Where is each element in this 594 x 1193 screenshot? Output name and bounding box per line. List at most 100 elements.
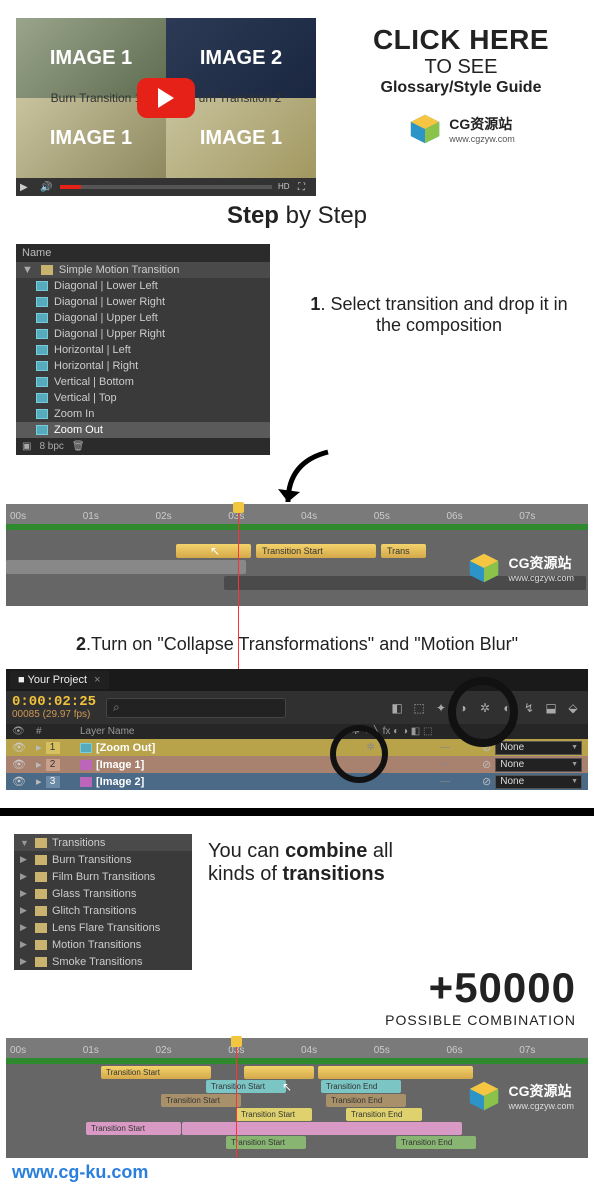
folder-icon <box>35 838 47 848</box>
layer-bar[interactable]: Transition Start <box>161 1094 241 1107</box>
playhead[interactable] <box>236 1038 237 1158</box>
close-icon[interactable]: × <box>91 674 100 686</box>
toolbar-icon[interactable]: ↯ <box>520 699 538 717</box>
layer-bar[interactable]: Transition Start <box>226 1136 306 1149</box>
volume-icon[interactable]: 🔊 <box>40 182 54 192</box>
comp-item[interactable]: Diagonal | Upper Left <box>16 310 270 326</box>
folder-row[interactable]: ▼Simple Motion Transition <box>16 262 270 278</box>
toolbar-icon[interactable]: ⬙ <box>564 699 582 717</box>
motion-blur-icon[interactable]: ◐ <box>498 699 516 717</box>
cube-icon <box>466 1080 502 1112</box>
image-icon <box>80 777 92 787</box>
folder-row[interactable]: ▼Transitions <box>14 834 192 851</box>
layer-bar[interactable]: Transition Start <box>256 544 376 558</box>
layer-bar[interactable] <box>182 1122 462 1135</box>
cta-click-here[interactable]: CLICK HERE <box>344 24 578 56</box>
mode-dropdown[interactable]: None <box>495 775 582 789</box>
layer-row[interactable]: 👁 ▸3 [Image 2] — ⊘None <box>6 773 588 790</box>
visibility-toggle[interactable]: 👁 <box>12 758 36 771</box>
folder-row[interactable]: ▶Lens Flare Transitions <box>14 919 192 936</box>
mode-dropdown[interactable]: None <box>495 758 582 772</box>
folder-row[interactable]: ▶Smoke Transitions <box>14 953 192 970</box>
visibility-toggle[interactable]: 👁 <box>12 775 36 788</box>
timecode[interactable]: 0:00:02:25 <box>12 695 96 709</box>
play-button[interactable] <box>137 78 195 118</box>
comp-icon <box>36 393 48 403</box>
comp-icon <box>80 743 92 753</box>
comp-tab[interactable]: ■ Your Project × <box>10 671 109 689</box>
transitions-panel[interactable]: ▼Transitions ▶Burn Transitions ▶Film Bur… <box>14 834 192 970</box>
fullscreen-icon[interactable]: ⛶ <box>298 182 312 192</box>
comp-item-selected[interactable]: Zoom Out <box>16 422 270 438</box>
parent-link-icon[interactable]: ⊘ <box>482 775 491 788</box>
step2-instruction: 2.Turn on "Collapse Transformations" and… <box>0 634 594 655</box>
playhead[interactable] <box>238 504 239 682</box>
comp-icon <box>36 297 48 307</box>
comp-item[interactable]: Horizontal | Right <box>16 358 270 374</box>
folder-row[interactable]: ▶Glass Transitions <box>14 885 192 902</box>
toolbar-icon[interactable]: ◑ <box>454 699 472 717</box>
video-controls[interactable]: ▶ 🔊 HD ⛶ <box>16 178 316 196</box>
layer-bar[interactable]: Trans <box>381 544 426 558</box>
progress-bar[interactable] <box>60 185 272 189</box>
step1-instruction: 1. Select transition and drop it in the … <box>300 244 578 336</box>
folder-row[interactable]: ▶Burn Transitions <box>14 851 192 868</box>
image-icon <box>80 760 92 770</box>
time-tick: 07s <box>515 511 588 522</box>
comp-item[interactable]: Diagonal | Lower Right <box>16 294 270 310</box>
toolbar-icon[interactable]: ⬚ <box>410 699 428 717</box>
search-input[interactable]: ⌕ <box>106 698 286 718</box>
parent-link-icon[interactable]: ⊘ <box>482 741 491 754</box>
folder-row[interactable]: ▶Glitch Transitions <box>14 902 192 919</box>
comp-icon <box>36 281 48 291</box>
collapse-transformations-icon[interactable]: ✲ <box>476 699 494 717</box>
layer-bar[interactable] <box>244 1066 314 1079</box>
folder-row[interactable]: ▶Motion Transitions <box>14 936 192 953</box>
layer-row[interactable]: 👁 ▸1 [Zoom Out] ✲ ✦— ⊘None <box>6 739 588 756</box>
comp-item[interactable]: Vertical | Bottom <box>16 374 270 390</box>
video-preview[interactable]: IMAGE 1 IMAGE 2 IMAGE 1 IMAGE 1 Burn Tra… <box>16 18 316 196</box>
layer-name-col: Layer Name <box>80 726 302 737</box>
watermark-text: CG资源站 <box>449 114 515 134</box>
layer-bar[interactable]: Transition Start <box>236 1108 312 1121</box>
layer-bar[interactable]: Transition End <box>321 1080 401 1093</box>
time-tick: 06s <box>443 511 516 522</box>
layer-bar[interactable]: Transition Start <box>206 1080 286 1093</box>
bpc-label[interactable]: 8 bpc <box>39 441 63 452</box>
mode-dropdown[interactable]: None <box>495 741 582 755</box>
watermark-text: CG资源站 <box>508 1081 574 1101</box>
comp-item[interactable]: Horizontal | Left <box>16 342 270 358</box>
folder-icon <box>41 265 53 275</box>
toolbar-icon[interactable]: ◧ <box>388 699 406 717</box>
layer-bar[interactable]: Transition Start <box>101 1066 211 1079</box>
layer-bar[interactable]: Transition End <box>346 1108 422 1121</box>
folder-icon[interactable]: ▣ <box>22 441 31 452</box>
watermark-url: www.cgzyw.com <box>508 1101 574 1111</box>
folder-row[interactable]: ▶Film Burn Transitions <box>14 868 192 885</box>
time-tick: 02s <box>152 1045 225 1056</box>
ae-timeline-panel[interactable]: ■ Your Project × 0:00:02:25 00085 (29.97… <box>6 669 588 790</box>
toolbar-icon[interactable]: ⬓ <box>542 699 560 717</box>
layer-bar[interactable]: Transition End <box>326 1094 406 1107</box>
trash-icon[interactable]: 🗑 <box>72 441 85 452</box>
layer-bar[interactable]: Transition End <box>396 1136 476 1149</box>
hd-icon[interactable]: HD <box>278 182 292 192</box>
timeline[interactable]: 00s 01s 02s 03s 04s 05s 06s 07s Transiti… <box>6 504 588 606</box>
visibility-col: 👁 <box>12 726 36 737</box>
comp-item[interactable]: Zoom In <box>16 406 270 422</box>
watermark: CG资源站 www.cgzyw.com <box>344 113 578 145</box>
comp-item[interactable]: Diagonal | Upper Right <box>16 326 270 342</box>
parent-link-icon[interactable]: ⊘ <box>482 758 491 771</box>
project-panel[interactable]: Name ▼Simple Motion Transition Diagonal … <box>16 244 270 455</box>
layer-bar[interactable] <box>318 1066 473 1079</box>
layer-row[interactable]: 👁 ▸2 [Image 1] — ⊘None <box>6 756 588 773</box>
toolbar-icon[interactable]: ✦ <box>432 699 450 717</box>
comp-item[interactable]: Diagonal | Lower Left <box>16 278 270 294</box>
visibility-toggle[interactable]: 👁 <box>12 741 36 754</box>
footer-url[interactable]: www.cg-ku.com <box>0 1158 594 1193</box>
timeline-combined[interactable]: 00s 01s 02s 03s 04s 05s 06s 07s Transiti… <box>6 1038 588 1158</box>
play-icon[interactable]: ▶ <box>20 182 34 192</box>
layer-bar[interactable] <box>6 560 246 574</box>
comp-item[interactable]: Vertical | Top <box>16 390 270 406</box>
layer-bar[interactable]: Transition Start <box>86 1122 181 1135</box>
